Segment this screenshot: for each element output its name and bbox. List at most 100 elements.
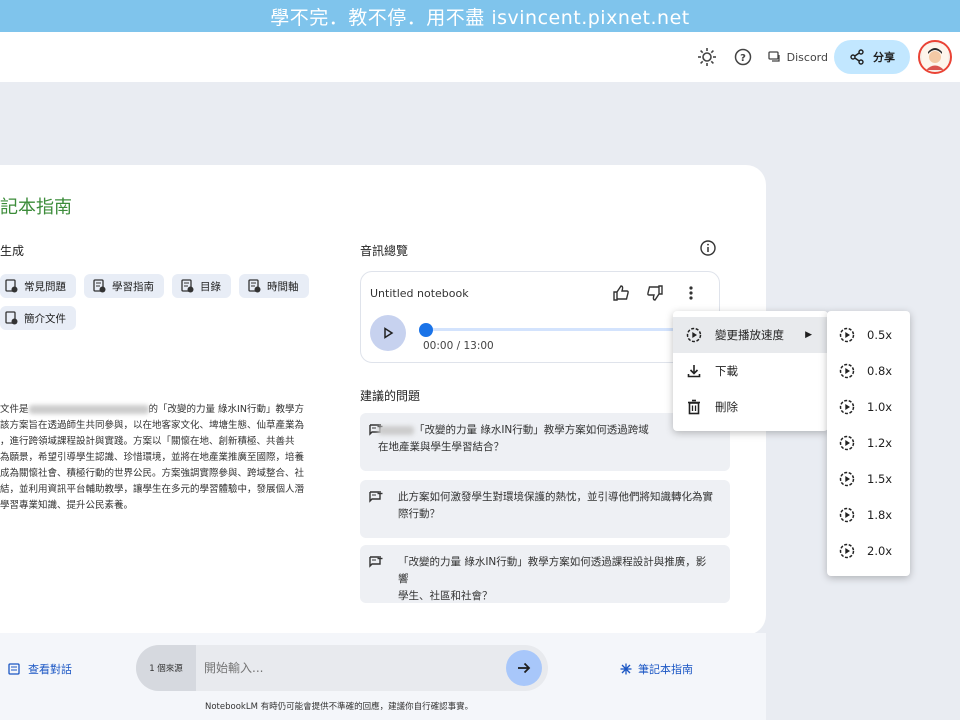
send-button[interactable] bbox=[506, 650, 542, 686]
top-bar: ? Discord 分享 bbox=[0, 32, 960, 82]
generate-chips: 常見問題 學習指南 目錄 時間軸 簡介文件 bbox=[0, 274, 330, 330]
avatar[interactable] bbox=[918, 40, 952, 74]
chip-toc[interactable]: 目錄 bbox=[172, 274, 231, 298]
help-icon[interactable]: ? bbox=[732, 46, 754, 68]
chip-briefing[interactable]: 簡介文件 bbox=[0, 306, 76, 330]
speed-option[interactable]: 0.5x bbox=[827, 317, 910, 353]
chip-timeline[interactable]: 時間軸 bbox=[239, 274, 309, 298]
desc-line: 該方案旨在透過師生共同參與，以在地客家文化、埤塘生態、仙草產業為 bbox=[0, 420, 305, 431]
question-text: 「改變的力量 綠水IN行動」教學方案如何透過課程設計與推廣，影響 bbox=[398, 556, 707, 585]
desc-line: ，進行跨領域課程設計與實踐。方案以「關懷在地、創新積極、共善共 bbox=[0, 436, 295, 447]
chip-label: 時間軸 bbox=[267, 280, 299, 293]
discord-label: Discord bbox=[786, 50, 828, 64]
playback-speed-submenu: 0.5x 0.8x 1.0x 1.2x 1.5x 1.8x 2.0x bbox=[827, 311, 910, 576]
trash-icon bbox=[685, 398, 703, 416]
chip-faq[interactable]: 常見問題 bbox=[0, 274, 76, 298]
chat-add-icon bbox=[368, 555, 384, 577]
notebook-guide-card: 記本指南 生成 常見問題 學習指南 目錄 時間軸 簡介文件 文件是 的「改變的力量… bbox=[0, 165, 766, 635]
playback-time: 00:00 / 13:00 bbox=[423, 340, 494, 352]
menu-item-delete[interactable]: 刪除 bbox=[673, 389, 828, 425]
chat-bottom-bar: 查看對話 1 個來源 筆記本指南 NotebookLM 有時仍可能會提供不準確的… bbox=[0, 633, 766, 720]
thumbs-down-icon[interactable] bbox=[646, 284, 664, 306]
chip-label: 目錄 bbox=[200, 280, 221, 293]
sparkle-icon bbox=[620, 663, 632, 675]
watermark-banner: 學不完．教不停．用不盡 isvincent.pixnet.net bbox=[0, 0, 960, 32]
speed-label: 2.0x bbox=[867, 544, 893, 558]
chat-input-container: 1 個來源 bbox=[136, 645, 548, 691]
chip-label: 常見問題 bbox=[24, 280, 66, 293]
chip-label: 學習指南 bbox=[112, 280, 154, 293]
speed-option[interactable]: 1.5x bbox=[827, 461, 910, 497]
speed-icon bbox=[839, 543, 855, 559]
share-button[interactable]: 分享 bbox=[834, 40, 910, 74]
menu-item-playback-speed[interactable]: 變更播放速度 ▶ bbox=[673, 317, 828, 353]
desc-line: 為願景，希望引導學生認識、珍惜環境，並將在地產業推廣至國際，培養 bbox=[0, 452, 305, 463]
speed-icon bbox=[839, 435, 855, 451]
speed-label: 1.0x bbox=[867, 400, 893, 414]
speed-label: 0.5x bbox=[867, 328, 893, 342]
speed-label: 1.8x bbox=[867, 508, 893, 522]
svg-text:?: ? bbox=[740, 53, 746, 64]
view-chat-label: 查看對話 bbox=[28, 663, 72, 676]
speed-option[interactable]: 0.8x bbox=[827, 353, 910, 389]
suggested-questions-label: 建議的問題 bbox=[360, 389, 421, 403]
list-icon bbox=[8, 663, 20, 675]
chip-study-guide[interactable]: 學習指南 bbox=[84, 274, 164, 298]
desc-text: 文件是 bbox=[0, 404, 29, 415]
doc-add-icon bbox=[248, 279, 261, 293]
chip-label: 簡介文件 bbox=[24, 312, 66, 325]
info-icon[interactable] bbox=[700, 240, 716, 260]
chat-add-icon bbox=[368, 490, 384, 512]
progress-handle[interactable] bbox=[419, 323, 433, 337]
suggested-question[interactable]: 「改變的力量 綠水IN行動」教學方案如何透過課程設計與推廣，影響 學生、社區和社… bbox=[360, 545, 730, 603]
desc-line: 學習專業知識、提升公民素養。 bbox=[0, 500, 134, 511]
arrow-right-icon bbox=[518, 662, 531, 674]
speed-option[interactable]: 1.2x bbox=[827, 425, 910, 461]
speed-option[interactable]: 1.8x bbox=[827, 497, 910, 533]
notebook-guide-button[interactable]: 筆記本指南 bbox=[620, 661, 693, 677]
suggested-question[interactable]: 此方案如何激發學生對環境保護的熱忱，並引導他們將知識轉化為實 際行動？ bbox=[360, 480, 730, 538]
doc-add-icon bbox=[5, 311, 18, 325]
doc-add-icon bbox=[5, 279, 18, 293]
speed-icon bbox=[839, 507, 855, 523]
speed-icon bbox=[839, 399, 855, 415]
question-text: 學生、社區和社會？ bbox=[398, 590, 493, 602]
summary-text: 文件是 的「改變的力量 綠水IN行動」教學方 該方案旨在透過師生共同參與，以在地客… bbox=[0, 402, 320, 514]
notebook-guide-label: 筆記本指南 bbox=[638, 663, 693, 676]
speed-icon bbox=[839, 363, 855, 379]
more-vert-icon[interactable] bbox=[683, 284, 699, 306]
question-text: 此方案如何激發學生對環境保護的熱忱，並引導他們將知識轉化為實 bbox=[398, 491, 713, 503]
audio-player-card: Untitled notebook 00:00 / 13:00 bbox=[360, 271, 725, 363]
speed-option[interactable]: 2.0x bbox=[827, 533, 910, 569]
view-chat-button[interactable]: 查看對話 bbox=[8, 661, 72, 677]
disclaimer-text: NotebookLM 有時仍可能會提供不準確的回應，建議你自行確認事實。 bbox=[205, 702, 474, 712]
menu-item-label: 下載 bbox=[715, 364, 738, 378]
speed-label: 1.5x bbox=[867, 472, 893, 486]
chat-input[interactable] bbox=[202, 660, 496, 676]
submenu-arrow-icon: ▶ bbox=[805, 330, 812, 340]
desc-line: 成為關懷社會、積極行動的世界公民。方案強調實際參與、跨域整合、社 bbox=[0, 468, 305, 479]
redacted-text bbox=[378, 425, 414, 435]
speed-icon bbox=[685, 326, 703, 344]
desc-text: 的「改變的力量 綠水IN行動」教學方 bbox=[148, 404, 304, 415]
desc-line: 結，並利用資訊平台輔助教學，讓學生在多元的學習體驗中，發展個人潛 bbox=[0, 484, 305, 495]
menu-item-download[interactable]: 下載 bbox=[673, 353, 828, 389]
theme-toggle-icon[interactable] bbox=[696, 46, 718, 68]
play-button[interactable] bbox=[370, 315, 406, 351]
discord-link[interactable]: Discord bbox=[767, 50, 828, 64]
audio-notebook-title: Untitled notebook bbox=[370, 287, 469, 300]
share-icon bbox=[850, 49, 864, 65]
download-icon bbox=[685, 362, 703, 380]
source-count-pill[interactable]: 1 個來源 bbox=[136, 645, 196, 691]
chat-icon bbox=[767, 51, 780, 62]
audio-options-menu: 變更播放速度 ▶ 下載 刪除 bbox=[673, 311, 828, 431]
speed-label: 1.2x bbox=[867, 436, 893, 450]
doc-add-icon bbox=[93, 279, 106, 293]
question-text: 在地產業與學生學習結合？ bbox=[378, 441, 504, 453]
menu-item-label: 變更播放速度 bbox=[715, 328, 784, 342]
card-title: 記本指南 bbox=[0, 197, 72, 218]
speed-label: 0.8x bbox=[867, 364, 893, 378]
audio-overview-label: 音訊總覽 bbox=[360, 244, 409, 258]
thumbs-up-icon[interactable] bbox=[612, 284, 630, 306]
speed-option[interactable]: 1.0x bbox=[827, 389, 910, 425]
